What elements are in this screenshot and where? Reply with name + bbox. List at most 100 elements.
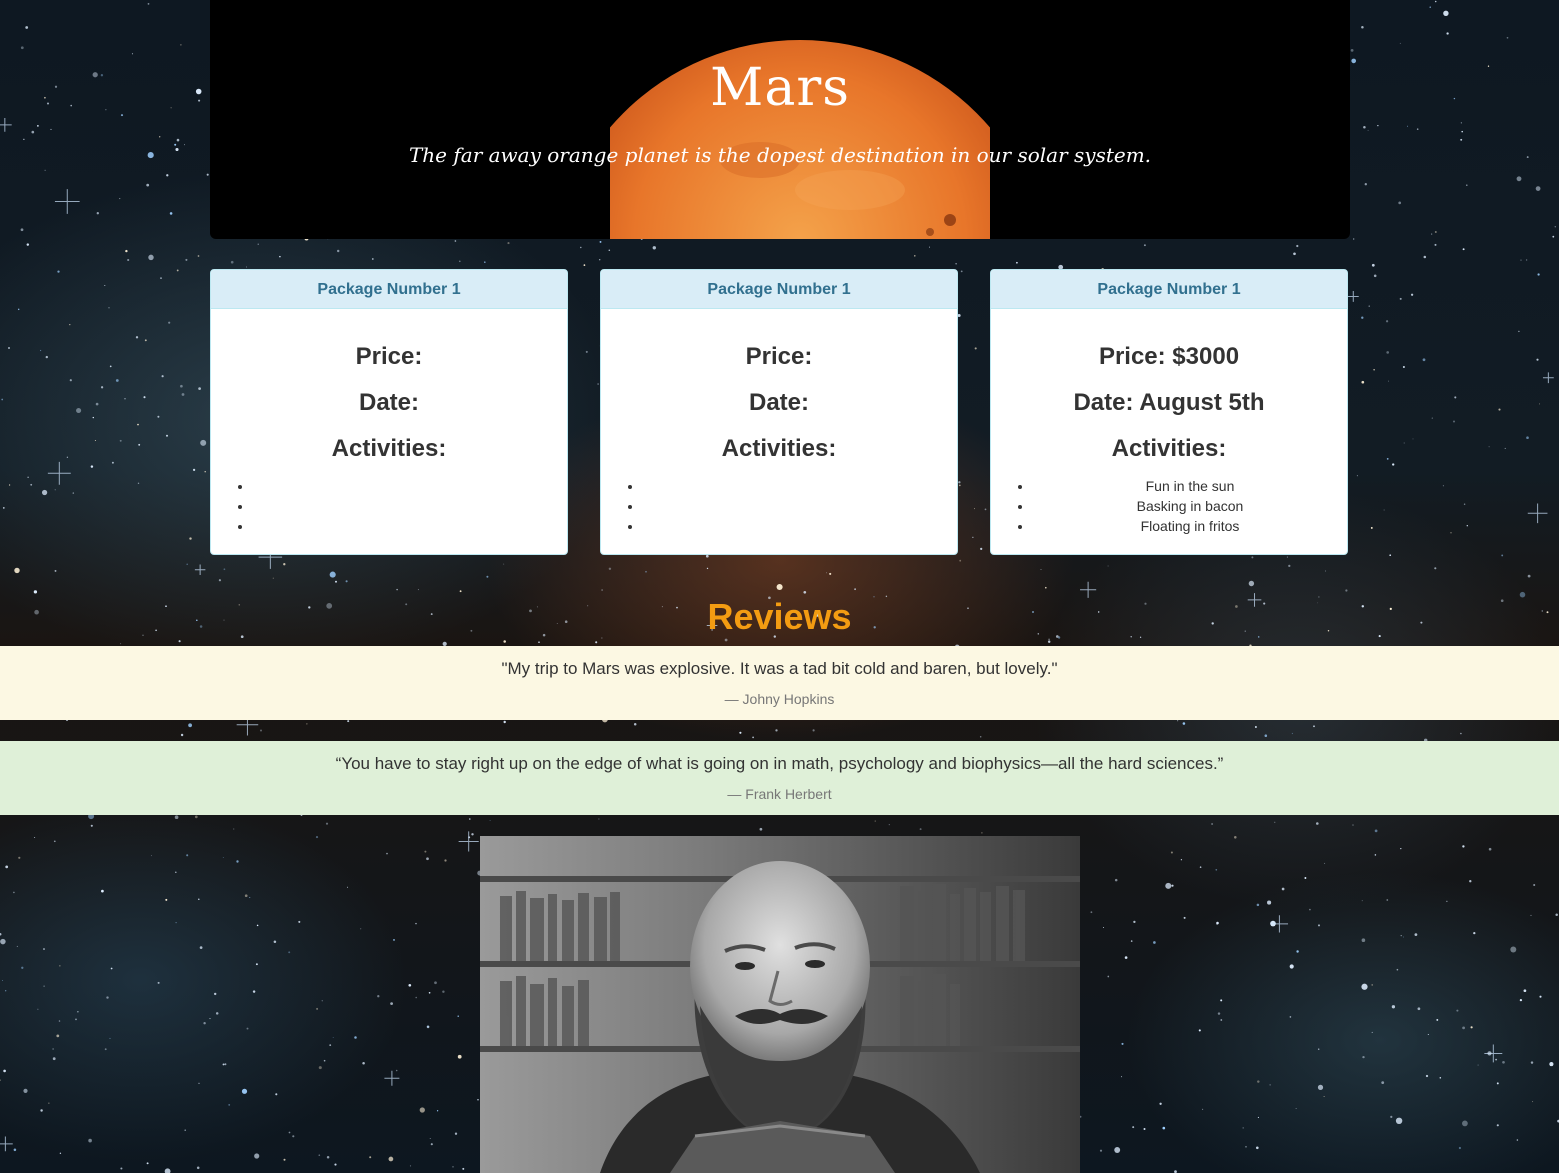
star [1317, 924, 1321, 927]
star [724, 638, 728, 642]
star [127, 258, 130, 262]
star [8, 484, 11, 486]
star [1016, 261, 1018, 264]
star [2, 507, 5, 509]
star [442, 990, 445, 993]
star [1371, 984, 1373, 986]
star [633, 723, 637, 726]
star [41, 489, 48, 496]
star [1099, 1149, 1103, 1152]
activity-item: Floating in fritos [1033, 516, 1347, 536]
star [503, 563, 505, 565]
star [147, 152, 154, 159]
star [1377, 125, 1379, 127]
star [981, 832, 983, 834]
star [1234, 836, 1237, 839]
package-panel-2: Package Number 1 Price: Date: Activities… [600, 269, 958, 555]
star [23, 138, 25, 140]
star [1361, 983, 1368, 990]
activity-item: Fun in the sun [1033, 476, 1347, 496]
star [1270, 920, 1276, 927]
star [424, 850, 427, 853]
star [1248, 580, 1255, 587]
star [90, 465, 94, 468]
star [30, 483, 33, 486]
star-glint [0, 118, 12, 132]
star [1121, 1042, 1124, 1045]
star [1434, 243, 1437, 246]
star [59, 1152, 62, 1154]
star [486, 575, 489, 578]
star [1364, 183, 1367, 186]
star [1427, 1033, 1429, 1036]
star [189, 537, 192, 540]
package-panel-1: Package Number 1 Price: Date: Activities… [210, 269, 568, 555]
star [1532, 1101, 1534, 1103]
package-price: Price: $3000 [1098, 343, 1240, 370]
black-and-white-portrait-photo [480, 836, 1080, 1173]
star [1462, 1120, 1468, 1127]
star [199, 946, 203, 949]
star [1460, 138, 1463, 141]
star [426, 1025, 430, 1028]
star [1296, 244, 1299, 248]
star [1361, 25, 1364, 29]
star [979, 735, 982, 738]
star [775, 729, 778, 732]
star [1130, 940, 1133, 942]
star [1269, 1084, 1271, 1086]
star [426, 1025, 430, 1029]
star [457, 1015, 459, 1017]
star [1114, 1147, 1121, 1153]
star [919, 828, 922, 831]
star [854, 588, 856, 591]
star [390, 1002, 393, 1005]
star [1313, 725, 1315, 728]
star [72, 492, 75, 494]
star [1350, 49, 1354, 52]
star [0, 932, 2, 936]
star [1198, 1029, 1201, 1032]
star [1425, 1074, 1429, 1078]
star [37, 125, 39, 127]
star [1121, 1076, 1123, 1078]
star [914, 255, 916, 257]
star [335, 580, 337, 583]
star [23, 1088, 28, 1093]
star [197, 255, 200, 257]
star [283, 1158, 286, 1161]
star [1496, 1082, 1499, 1085]
star [1402, 365, 1405, 369]
star [1371, 263, 1375, 267]
star [1293, 252, 1296, 256]
star [1180, 859, 1183, 861]
star [174, 815, 179, 820]
star [1417, 1007, 1421, 1011]
star [31, 130, 35, 134]
star [444, 859, 447, 862]
star [393, 938, 395, 941]
star [161, 375, 164, 378]
star [1309, 908, 1311, 911]
star [209, 1018, 211, 1020]
star [13, 1148, 17, 1152]
star [104, 1048, 107, 1051]
star [88, 1138, 92, 1143]
star [188, 723, 193, 728]
star [415, 996, 417, 999]
star [175, 871, 177, 873]
star [1549, 1062, 1554, 1067]
star [1254, 726, 1257, 728]
star [1324, 570, 1327, 572]
star [1153, 941, 1156, 944]
star-glint [194, 564, 206, 576]
star [104, 285, 106, 286]
star [974, 347, 977, 350]
star [1274, 821, 1276, 823]
star-glint [1484, 1044, 1503, 1063]
star [244, 894, 248, 898]
star [332, 1037, 334, 1038]
star [1533, 883, 1536, 887]
star [1363, 126, 1366, 129]
star [428, 991, 431, 994]
